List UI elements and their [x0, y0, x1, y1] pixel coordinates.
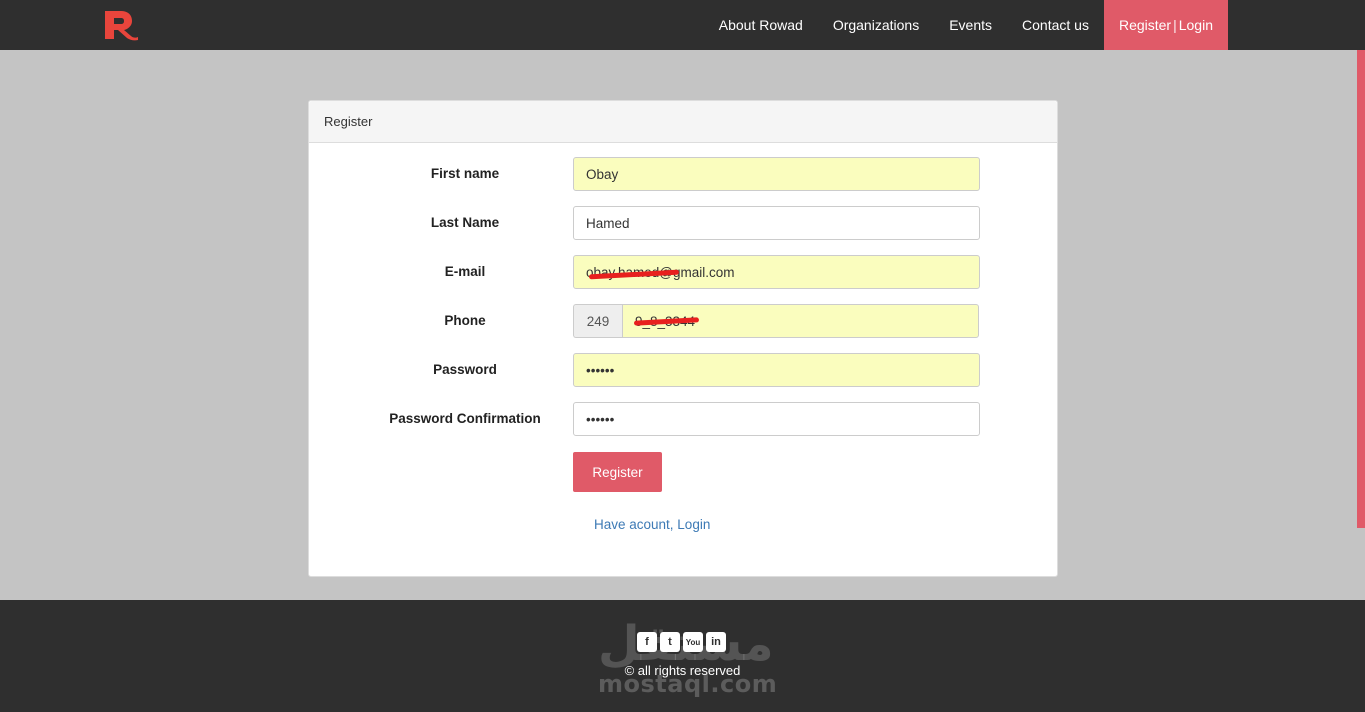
nav-register-link[interactable]: Register: [1119, 17, 1171, 33]
password-confirmation-input[interactable]: [573, 402, 980, 436]
linkedin-icon[interactable]: in: [706, 632, 726, 652]
facebook-icon[interactable]: f: [637, 632, 657, 652]
nav-organizations[interactable]: Organizations: [818, 0, 934, 50]
panel-heading: Register: [309, 101, 1057, 143]
youtube-icon[interactable]: You: [683, 632, 703, 652]
nav-register-login[interactable]: Register | Login: [1103, 0, 1228, 50]
password-confirmation-row: Password Confirmation: [309, 402, 1059, 436]
register-button[interactable]: Register: [573, 452, 662, 492]
register-panel: Register First name Last Name E-mail Pho…: [308, 100, 1058, 577]
password-row: Password: [309, 353, 1059, 387]
last-name-row: Last Name: [309, 206, 1059, 240]
email-row: E-mail: [309, 255, 1059, 289]
have-account-login-link[interactable]: Have acount, Login: [594, 517, 710, 532]
nav-login-link[interactable]: Login: [1179, 17, 1213, 33]
social-links: f t You in: [637, 632, 726, 652]
nav-cta-separator: |: [1173, 17, 1177, 33]
nav-links: About Rowad Organizations Events Contact…: [704, 0, 1228, 50]
twitter-icon[interactable]: t: [660, 632, 680, 652]
copyright-text: © all rights reserved: [624, 663, 741, 678]
nav-events[interactable]: Events: [934, 0, 1007, 50]
first-name-row: First name: [309, 157, 1059, 191]
footer: مستقل f t You in © all rights reserved m…: [0, 600, 1365, 712]
first-name-input[interactable]: [573, 157, 980, 191]
rowad-logo-icon[interactable]: [103, 9, 139, 41]
scrollbar-thumb[interactable]: [1357, 50, 1365, 528]
phone-row: Phone 249: [309, 304, 1059, 338]
phone-country-prefix: 249: [573, 304, 622, 338]
nav-about-rowad[interactable]: About Rowad: [704, 0, 818, 50]
last-name-input[interactable]: [573, 206, 980, 240]
top-navbar: About Rowad Organizations Events Contact…: [0, 0, 1365, 50]
nav-contact-us[interactable]: Contact us: [1007, 0, 1104, 50]
password-input[interactable]: [573, 353, 980, 387]
